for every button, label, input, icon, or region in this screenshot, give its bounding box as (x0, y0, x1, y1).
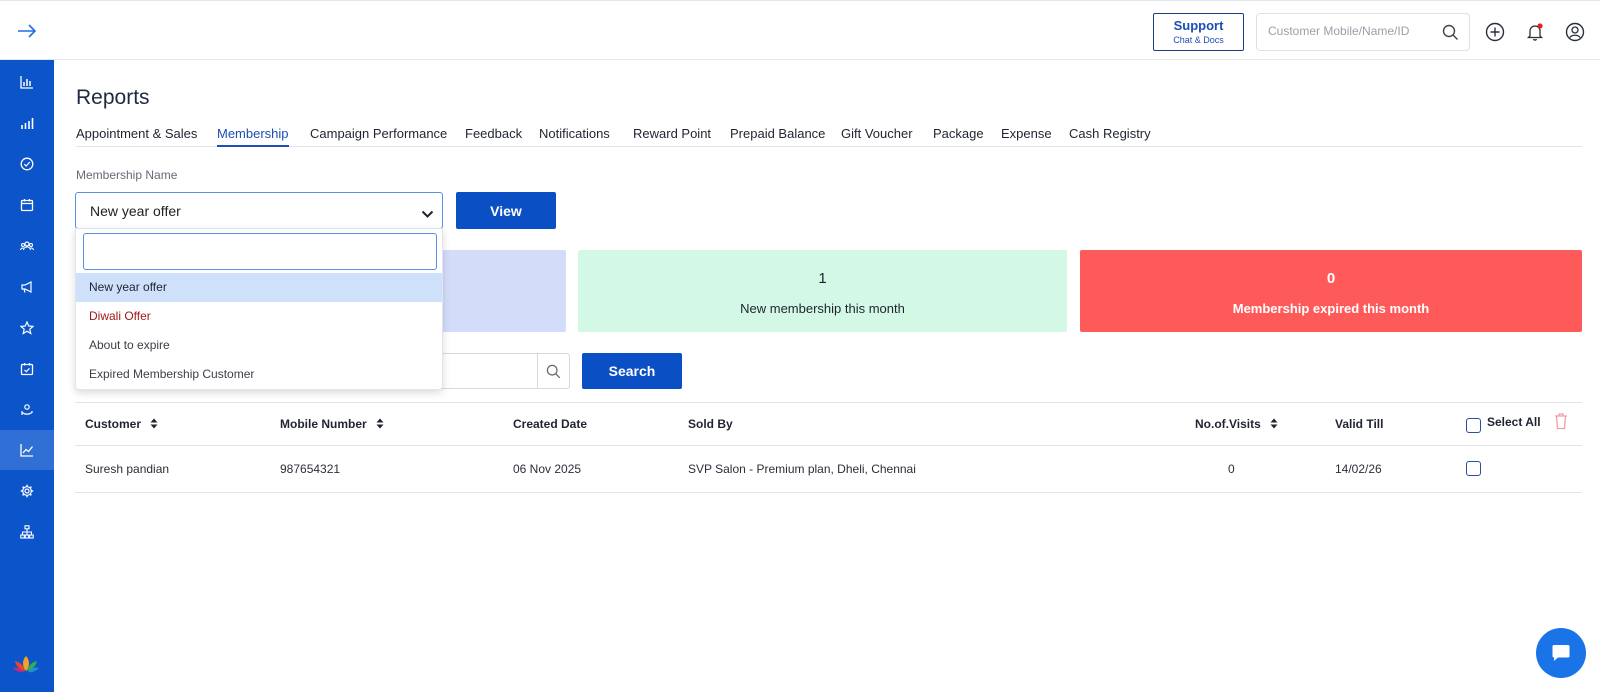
bar-chart-icon (20, 76, 33, 89)
users-icon (20, 241, 34, 251)
dropdown-search-input[interactable] (83, 233, 437, 270)
trend-chart-icon (20, 444, 34, 457)
column-mobile-label: Mobile Number (280, 417, 367, 431)
megaphone-icon (21, 281, 32, 293)
brand-lotus-logo (12, 654, 40, 674)
view-button[interactable]: View (456, 192, 556, 229)
tab-campaign-performance[interactable]: Campaign Performance (310, 126, 447, 147)
tab-prepaid-balance[interactable]: Prepaid Balance (730, 126, 825, 147)
support-sublabel: Chat & Docs (1173, 35, 1224, 45)
support-label: Support (1173, 18, 1224, 33)
divider (537, 354, 538, 388)
tab-notifications[interactable]: Notifications (539, 126, 610, 147)
calendar-icon (20, 199, 34, 212)
chevron-down-icon (421, 206, 434, 218)
select-all-checkbox[interactable] (1466, 418, 1481, 433)
cell-customer: Suresh pandian (85, 462, 170, 476)
top-bar: Support Chat & Docs (0, 0, 1600, 60)
column-created-date: Created Date (513, 417, 588, 431)
membership-select-value: New year offer (90, 203, 181, 219)
sidebar-item-favorites[interactable] (0, 308, 54, 348)
dropdown-option[interactable]: New year offer (76, 273, 442, 302)
chat-icon (1552, 645, 1570, 661)
tab-appointment-sales[interactable]: Appointment & Sales (76, 126, 197, 147)
new-membership-count: 1 (818, 270, 827, 287)
cell-mobile: 987654321 (280, 462, 341, 476)
sidebar-item-appointments[interactable] (0, 349, 54, 389)
sidebar-item-loyalty[interactable] (0, 390, 54, 430)
sidebar-item-settings[interactable] (0, 471, 54, 511)
sidebar-item-analytics[interactable] (0, 103, 54, 143)
sidebar (0, 60, 54, 692)
table-header: Customer Mobile Number Created Date Sold… (75, 402, 1582, 446)
dropdown-option[interactable]: About to expire (76, 331, 442, 360)
stat-card-new-membership: 1 New membership this month (578, 250, 1067, 332)
column-sold-by: Sold By (688, 417, 733, 431)
sort-icon[interactable] (376, 418, 384, 429)
membership-name-label: Membership Name (76, 168, 178, 182)
dropdown-option[interactable]: Diwali Offer (76, 302, 442, 331)
tab-cash-registry[interactable]: Cash Registry (1069, 126, 1151, 147)
report-tabs: Appointment & Sales Membership Campaign … (76, 126, 1582, 147)
expand-sidebar-icon[interactable] (16, 22, 38, 40)
calendar-check-icon (20, 363, 34, 376)
global-search (1256, 13, 1470, 51)
sidebar-item-reports[interactable] (0, 430, 54, 470)
notification-bell-icon[interactable] (1525, 22, 1545, 42)
tab-gift-voucher[interactable]: Gift Voucher (841, 126, 913, 147)
column-valid-till: Valid Till (1335, 417, 1384, 431)
row-select-checkbox[interactable] (1466, 461, 1481, 476)
customer-search-box[interactable] (426, 353, 570, 389)
search-icon[interactable] (546, 364, 561, 379)
page-title: Reports (76, 86, 150, 109)
support-button[interactable]: Support Chat & Docs (1153, 13, 1244, 51)
cell-created-date: 06 Nov 2025 (513, 462, 582, 476)
search-icon[interactable] (1442, 24, 1459, 41)
sidebar-item-organization[interactable] (0, 512, 54, 552)
sidebar-item-campaigns[interactable] (0, 267, 54, 307)
tab-membership[interactable]: Membership (217, 126, 289, 147)
column-mobile-number[interactable]: Mobile Number (280, 417, 384, 431)
column-customer-label: Customer (85, 417, 142, 431)
cell-sold-by: SVP Salon - Premium plan, Dheli, Chennai (688, 462, 916, 476)
user-profile-icon[interactable] (1565, 22, 1585, 42)
sidebar-item-customers[interactable] (0, 226, 54, 266)
sort-icon[interactable] (1270, 418, 1278, 429)
membership-select[interactable]: New year offer (75, 192, 443, 229)
column-visits-label: No.of.Visits (1195, 417, 1261, 431)
expired-membership-count: 0 (1326, 270, 1336, 287)
chat-widget-button[interactable] (1536, 628, 1586, 678)
tab-feedback[interactable]: Feedback (465, 126, 522, 147)
select-all-label: Select All (1487, 415, 1541, 429)
dropdown-option[interactable]: Expired Membership Customer (76, 360, 442, 389)
column-customer[interactable]: Customer (85, 417, 158, 431)
cell-visits: 0 (1228, 462, 1235, 476)
cell-valid-till: 14/02/26 (1335, 462, 1382, 476)
hand-coin-icon (21, 404, 33, 415)
sort-icon[interactable] (150, 418, 158, 429)
table-row: Suresh pandian 987654321 06 Nov 2025 SVP… (75, 446, 1582, 493)
membership-dropdown-panel: New year offer Diwali Offer About to exp… (75, 228, 443, 390)
tab-expense[interactable]: Expense (1001, 126, 1052, 147)
sidebar-item-tasks[interactable] (0, 144, 54, 184)
org-chart-icon (20, 525, 34, 539)
stat-card-total (426, 250, 566, 332)
delete-trash-icon[interactable] (1553, 412, 1569, 430)
sidebar-item-dashboard[interactable] (0, 62, 54, 102)
tab-package[interactable]: Package (933, 126, 984, 147)
sidebar-item-calendar[interactable] (0, 185, 54, 225)
gear-icon (20, 484, 34, 498)
check-circle-icon (20, 157, 34, 171)
new-membership-label: New membership this month (740, 301, 905, 316)
tab-reward-point[interactable]: Reward Point (633, 126, 711, 147)
global-search-input[interactable] (1268, 24, 1438, 38)
expired-membership-label: Membership expired this month (1232, 301, 1430, 316)
star-icon (20, 321, 34, 335)
signal-chart-icon (21, 118, 34, 129)
search-button[interactable]: Search (582, 353, 682, 389)
stat-card-expired-membership: 0 Membership expired this month (1080, 250, 1582, 332)
column-visits[interactable]: No.of.Visits (1195, 417, 1278, 431)
add-icon[interactable] (1485, 22, 1505, 42)
